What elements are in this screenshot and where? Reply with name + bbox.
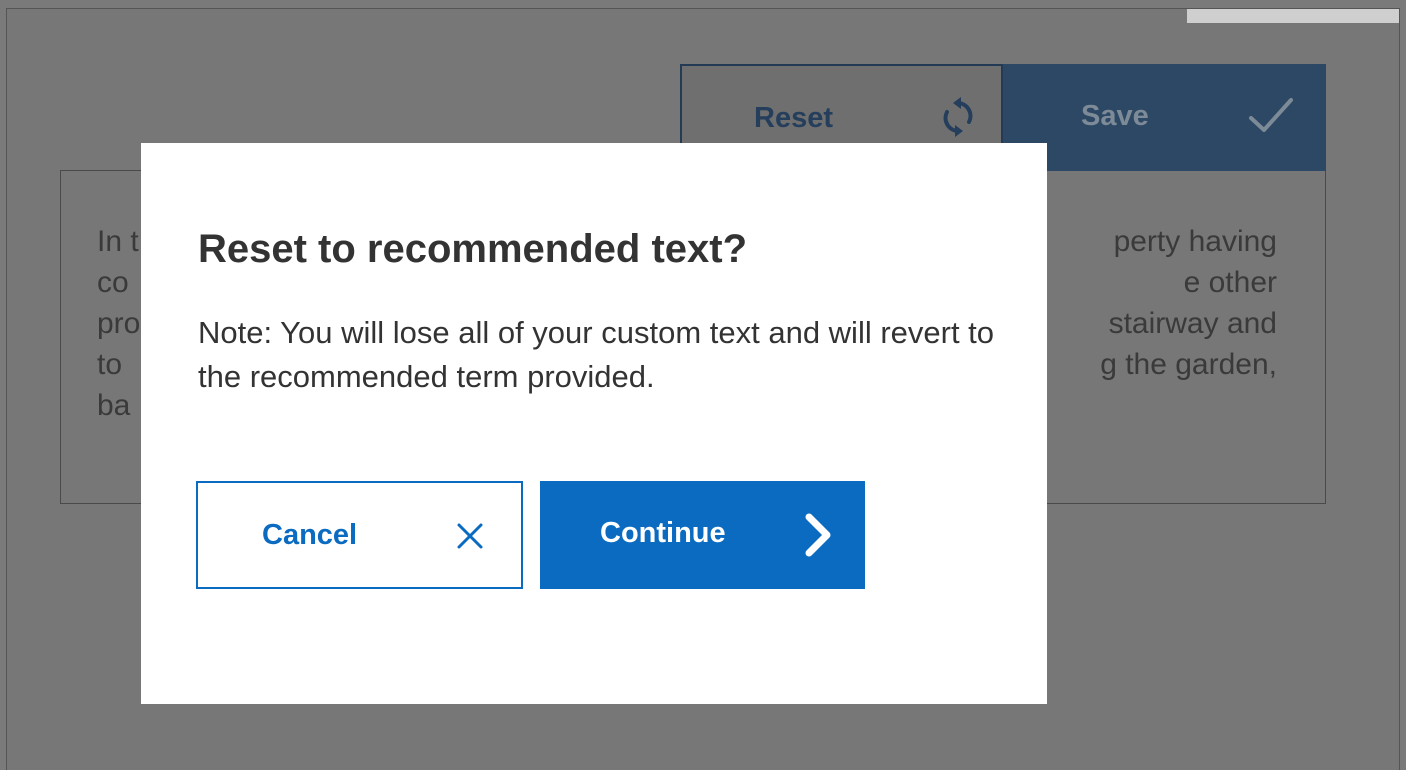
reset-confirm-dialog: Reset to recommended text? Note: You wil… (141, 143, 1047, 704)
refresh-icon (938, 94, 978, 145)
reset-button-label: Reset (754, 102, 833, 134)
editor-fragment: perty having (1113, 225, 1277, 258)
corner-chip (1187, 9, 1399, 23)
editor-fragment: In t (97, 225, 139, 258)
close-icon (455, 521, 485, 556)
cancel-button-label: Cancel (262, 519, 358, 551)
editor-fragment: g the garden, (1100, 348, 1277, 381)
cancel-button[interactable]: Cancel (196, 481, 523, 589)
editor-fragment: pro (97, 307, 141, 340)
continue-button[interactable]: Continue (540, 481, 865, 589)
dialog-message: Note: You will lose all of your custom t… (198, 315, 995, 394)
editor-fragment: co (97, 266, 129, 299)
chevron-right-icon (802, 512, 834, 563)
editor-fragment: e other (1183, 266, 1277, 299)
editor-fragment: stairway and (1108, 307, 1277, 340)
save-button[interactable]: Save (1003, 64, 1326, 171)
editor-fragment: to (97, 348, 123, 381)
dialog-title: Reset to recommended text? (198, 227, 748, 271)
save-button-label: Save (1081, 100, 1149, 132)
continue-button-label: Continue (600, 517, 726, 549)
editor-fragment: ba (97, 389, 131, 422)
checkmark-icon (1247, 96, 1295, 141)
